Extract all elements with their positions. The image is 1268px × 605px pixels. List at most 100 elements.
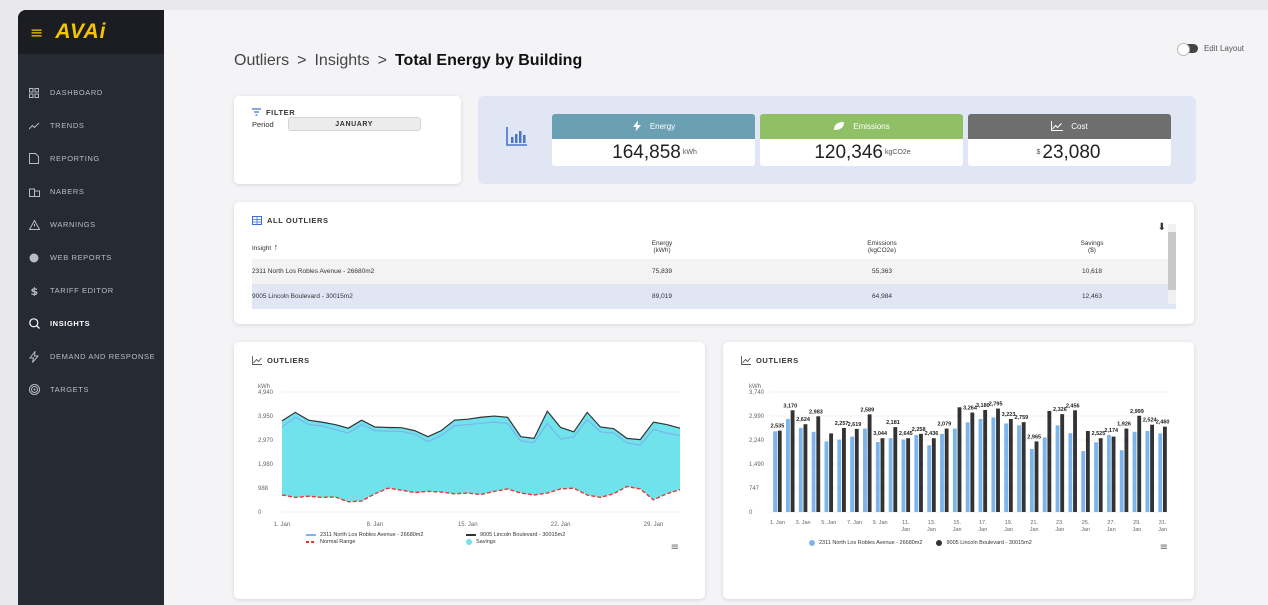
bar-lincoln[interactable] bbox=[1111, 436, 1116, 512]
bar-los-robles[interactable] bbox=[798, 427, 803, 512]
x-tick-label: 25. Jan bbox=[1081, 520, 1090, 533]
bar-lincoln[interactable] bbox=[790, 410, 795, 512]
sidebar-item-reporting[interactable]: REPORTING bbox=[18, 142, 164, 175]
table-row[interactable]: 9005 Lincoln Boulevard - 30015m2 89,019 64… bbox=[252, 284, 1176, 309]
bar-lincoln[interactable] bbox=[983, 409, 988, 512]
bar-lincoln[interactable] bbox=[842, 427, 846, 512]
bar-los-robles[interactable] bbox=[965, 422, 970, 512]
bar-lincoln[interactable] bbox=[1162, 426, 1167, 512]
column-header[interactable]: Emissions (kgCO2e) bbox=[772, 240, 992, 254]
bar-lincoln[interactable] bbox=[944, 428, 949, 512]
bar-los-robles[interactable] bbox=[940, 433, 944, 512]
bar-los-robles[interactable] bbox=[837, 439, 842, 512]
sidebar-item-dashboard[interactable]: DASHBOARD bbox=[18, 76, 164, 109]
sidebar-item-nabers[interactable]: NABERS bbox=[18, 175, 164, 208]
bar-los-robles[interactable] bbox=[1158, 433, 1163, 512]
bar-lincoln[interactable] bbox=[1021, 422, 1026, 512]
bar-los-robles[interactable] bbox=[811, 431, 816, 512]
bar-lincoln[interactable] bbox=[1150, 424, 1154, 512]
bar-los-robles[interactable] bbox=[1094, 442, 1098, 512]
bar-lincoln[interactable] bbox=[803, 424, 808, 512]
sidebar-item-demand-and-response[interactable]: DEMAND AND RESPONSE bbox=[18, 340, 164, 373]
bar-los-robles[interactable] bbox=[1132, 431, 1137, 512]
bar-los-robles[interactable] bbox=[1106, 434, 1111, 512]
bar-los-robles[interactable] bbox=[1055, 425, 1060, 512]
bar-lincoln[interactable] bbox=[1085, 430, 1090, 512]
bar-los-robles[interactable] bbox=[888, 438, 893, 512]
sidebar-item-trends[interactable]: TRENDS bbox=[18, 109, 164, 142]
bar-los-robles[interactable] bbox=[927, 445, 932, 512]
bar-lincoln[interactable] bbox=[1034, 441, 1039, 512]
x-tick-label: 5. Jan bbox=[821, 520, 836, 526]
bar-los-robles[interactable] bbox=[901, 439, 906, 512]
legend-item[interactable]: 2311 North Los Robles Avenue - 26680m2 bbox=[306, 532, 466, 538]
column-header[interactable]: Insight ↑ bbox=[252, 242, 552, 252]
download-icon[interactable]: ⬇ bbox=[1158, 222, 1166, 233]
bar-lincoln[interactable] bbox=[931, 438, 936, 512]
table-scrollbar[interactable] bbox=[1168, 224, 1176, 304]
hamburger-menu-icon[interactable]: ≡ bbox=[30, 23, 43, 42]
bar-lincoln[interactable] bbox=[970, 412, 975, 512]
bar-los-robles[interactable] bbox=[875, 442, 880, 512]
table-row[interactable]: 2311 North Los Robles Avenue - 26680m2 75… bbox=[252, 259, 1176, 284]
column-header[interactable]: Energy (kWh) bbox=[552, 240, 772, 254]
bar-los-robles[interactable] bbox=[786, 418, 790, 512]
bar-los-robles[interactable] bbox=[991, 417, 996, 512]
bar-lincoln[interactable] bbox=[1060, 414, 1065, 512]
bar-lincoln[interactable] bbox=[893, 427, 898, 512]
sidebar-item-targets[interactable]: TARGETS bbox=[18, 373, 164, 406]
bar-los-robles[interactable] bbox=[1029, 448, 1034, 512]
bar-lincoln[interactable] bbox=[880, 438, 885, 512]
bar-lincoln[interactable] bbox=[854, 428, 859, 512]
bar-lincoln[interactable] bbox=[957, 407, 962, 512]
bar-los-robles[interactable] bbox=[1068, 433, 1073, 512]
bar-los-robles[interactable] bbox=[773, 431, 778, 512]
bar-los-robles[interactable] bbox=[1004, 423, 1009, 512]
breadcrumb-outliers[interactable]: Outliers bbox=[234, 52, 289, 70]
bar-lincoln[interactable] bbox=[906, 438, 911, 512]
bar-los-robles[interactable] bbox=[863, 428, 867, 512]
sidebar-item-tariff-editor[interactable]: $ TARIFF EDITOR bbox=[18, 274, 164, 307]
table-title-text: ALL OUTLIERS bbox=[267, 216, 329, 225]
period-select[interactable]: JANUARY bbox=[287, 117, 421, 131]
bar-los-robles[interactable] bbox=[952, 428, 957, 512]
legend-item[interactable]: 9005 Lincoln Boulevard - 30015m2 bbox=[936, 540, 1032, 546]
bar-lincoln[interactable] bbox=[1047, 410, 1052, 512]
sidebar-item-warnings[interactable]: WARNINGS bbox=[18, 208, 164, 241]
sidebar-item-web-reports[interactable]: WEB REPORTS bbox=[18, 241, 164, 274]
legend-item[interactable]: Normal Range bbox=[306, 539, 466, 545]
sidebar-item-insights[interactable]: INSIGHTS bbox=[18, 307, 164, 340]
bar-lincoln[interactable] bbox=[1008, 418, 1013, 512]
bar-los-robles[interactable] bbox=[914, 434, 919, 512]
bar-los-robles[interactable] bbox=[1042, 437, 1047, 512]
chart-menu-icon[interactable]: ≡ bbox=[671, 542, 679, 553]
chart-menu-icon[interactable]: ≡ bbox=[1160, 542, 1168, 553]
bar-lincoln[interactable] bbox=[996, 408, 1000, 512]
line-chart-icon bbox=[252, 356, 262, 365]
bar-los-robles[interactable] bbox=[1119, 450, 1124, 512]
bar-lincoln[interactable] bbox=[829, 433, 834, 512]
bar-lincoln[interactable] bbox=[816, 416, 821, 512]
bar-los-robles[interactable] bbox=[1081, 451, 1086, 512]
bar-lincoln[interactable] bbox=[1073, 410, 1077, 512]
data-label: 2,258 bbox=[912, 427, 926, 433]
legend-item[interactable]: 2311 North Los Robles Avenue - 26680m2 bbox=[809, 540, 922, 546]
bar-los-robles[interactable] bbox=[850, 436, 855, 512]
bar-los-robles[interactable] bbox=[1017, 425, 1021, 512]
bar-lincoln[interactable] bbox=[919, 433, 923, 512]
bar-lincoln[interactable] bbox=[1124, 428, 1129, 512]
bar-lincoln[interactable] bbox=[1098, 438, 1103, 512]
bar-los-robles[interactable] bbox=[1145, 431, 1150, 512]
bar-los-robles[interactable] bbox=[978, 418, 983, 512]
bar-los-robles[interactable] bbox=[824, 441, 829, 512]
sort-arrow-up-icon[interactable]: ↑ bbox=[271, 242, 279, 252]
bar-lincoln[interactable] bbox=[1137, 415, 1142, 512]
bar-lincoln[interactable] bbox=[777, 430, 782, 512]
toggle-switch[interactable] bbox=[1176, 43, 1198, 56]
breadcrumb-insights[interactable]: Insights bbox=[314, 52, 369, 70]
column-header[interactable]: Savings ($) bbox=[992, 240, 1192, 254]
bar-lincoln[interactable] bbox=[867, 414, 872, 512]
legend-item[interactable]: 9005 Lincoln Boulevard - 30015m2 bbox=[466, 532, 626, 538]
legend-item[interactable]: Savings bbox=[466, 539, 626, 545]
edit-layout-toggle[interactable]: Edit Layout bbox=[1176, 43, 1244, 56]
